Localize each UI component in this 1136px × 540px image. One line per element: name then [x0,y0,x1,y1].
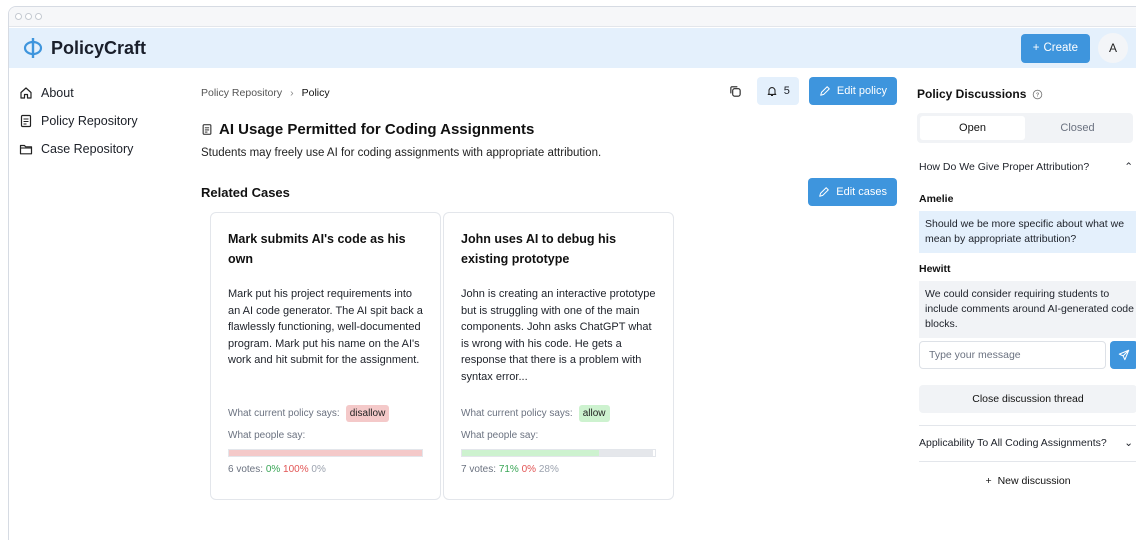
sidebar-item-about[interactable]: About [19,79,189,107]
new-discussion-label: New discussion [997,475,1071,487]
votes-count: 7 votes: [461,464,497,475]
discussion-thread-header[interactable]: How Do We Give Proper Attribution? ⌃ [919,161,1136,173]
chevron-up-icon: ⌃ [1124,161,1133,173]
related-cases-heading: Related Cases [201,185,290,200]
neutral-percent: 0% [311,464,326,475]
policy-title-text: AI Usage Permitted for Coding Assignment… [219,121,535,138]
disallow-percent: 100% [283,464,309,475]
vote-bar [228,449,423,457]
notifications-button[interactable]: 5 [756,77,799,105]
window-minimize-dot[interactable] [25,13,32,20]
edit-cases-button[interactable]: Edit cases [808,178,897,206]
document-icon [202,124,212,135]
pencil-icon [820,86,830,96]
home-icon [20,87,32,99]
discussions-heading: Policy Discussions ? [917,87,1043,101]
policycraft-logo-icon [23,38,43,58]
case-card[interactable]: John uses AI to debug his existing proto… [443,212,674,500]
bell-icon [767,87,777,97]
window-maximize-dot[interactable] [35,13,42,20]
breadcrumb-parent[interactable]: Policy Repository [201,87,282,99]
allow-percent: 0% [265,464,281,475]
votes-count: 6 votes: [228,464,264,475]
close-thread-button[interactable]: Close discussion thread [919,385,1136,413]
thread-title: How Do We Give Proper Attribution? [919,161,1090,173]
edit-cases-label: Edit cases [836,186,887,198]
message-author: Amelie [919,193,954,205]
policy-description: Students may freely use AI for coding as… [201,147,602,159]
thread-title: Applicability To All Coding Assignments? [919,437,1107,449]
folder-icon [19,144,33,155]
plus-icon: + [985,475,992,487]
policy-badge: allow [578,405,610,422]
policy-says-label: What current policy says: [461,408,573,419]
message-author: Hewitt [919,263,951,275]
vote-bar-neutral [599,450,654,456]
message-bubble: We could consider requiring students to … [919,281,1136,338]
tab-open[interactable]: Open [920,116,1025,140]
document-icon [20,114,32,128]
vote-summary: 6 votes: 0% 100% 0% [228,464,423,475]
notifications-count: 5 [783,85,790,97]
edit-policy-button[interactable]: Edit policy [808,77,897,105]
disallow-percent: 0% [521,464,537,475]
create-button[interactable]: + Create [1020,33,1090,63]
chevron-down-icon: ⌄ [1124,437,1133,449]
vote-bar [461,449,656,457]
plus-icon: + [1032,42,1040,54]
sidebar-item-label: Policy Repository [41,114,138,128]
send-button[interactable] [1110,341,1136,369]
app-logo[interactable]: PolicyCraft [23,37,146,59]
tab-closed[interactable]: Closed [1025,116,1130,140]
copy-icon[interactable] [725,80,747,102]
svg-text:?: ? [1036,92,1040,98]
case-title: John uses AI to debug his existing proto… [461,232,617,266]
app-header: PolicyCraft + Create A [9,28,1136,68]
message-bubble: Should we be more specific about what we… [919,211,1136,253]
window-close-dot[interactable] [15,13,22,20]
sidebar-item-label: About [41,86,74,100]
app-name: PolicyCraft [51,37,147,58]
policy-badge: disallow [345,405,390,422]
allow-percent: 71% [498,464,519,475]
chevron-right-icon: › [290,87,294,99]
people-say-label: What people say: [228,430,306,441]
case-title: Mark submits AI's code as his own [228,232,406,266]
discussions-heading-text: Policy Discussions [917,87,1027,101]
case-body: John is creating an interactive prototyp… [461,288,656,383]
divider [919,425,1136,426]
create-button-label: Create [1043,42,1078,54]
breadcrumb-current: Policy [301,87,330,99]
sidebar-item-label: Case Repository [41,142,134,156]
new-discussion-button[interactable]: + New discussion [919,475,1136,487]
page-title: AI Usage Permitted for Coding Assignment… [201,121,534,138]
vote-bar-allow [462,450,600,456]
case-card[interactable]: Mark submits AI's code as his own Mark p… [210,212,441,500]
breadcrumb: Policy Repository › Policy [201,87,330,99]
app-window: PolicyCraft + Create A About Policy Repo… [8,6,1136,540]
vote-summary: 7 votes: 71% 0% 28% [461,464,656,475]
window-titlebar [9,7,1136,27]
case-body: Mark put his project requirements into a… [228,288,423,366]
discussion-tabs: Open Closed [917,113,1133,143]
sidebar-item-case-repository[interactable]: Case Repository [19,135,189,163]
send-icon [1118,349,1130,361]
people-say-label: What people say: [461,430,539,441]
divider [919,461,1136,462]
sidebar-item-policy-repository[interactable]: Policy Repository [19,107,189,135]
policy-says-label: What current policy says: [228,408,340,419]
neutral-percent: 28% [538,464,559,475]
message-input[interactable] [919,341,1106,369]
avatar[interactable]: A [1098,33,1128,63]
discussion-thread-header[interactable]: Applicability To All Coding Assignments?… [919,437,1136,449]
vote-bar-disallow [229,450,422,456]
help-icon[interactable]: ? [1032,89,1043,100]
edit-policy-label: Edit policy [836,85,887,97]
sidebar: About Policy Repository Case Repository [19,79,189,163]
pencil-icon [819,187,830,197]
